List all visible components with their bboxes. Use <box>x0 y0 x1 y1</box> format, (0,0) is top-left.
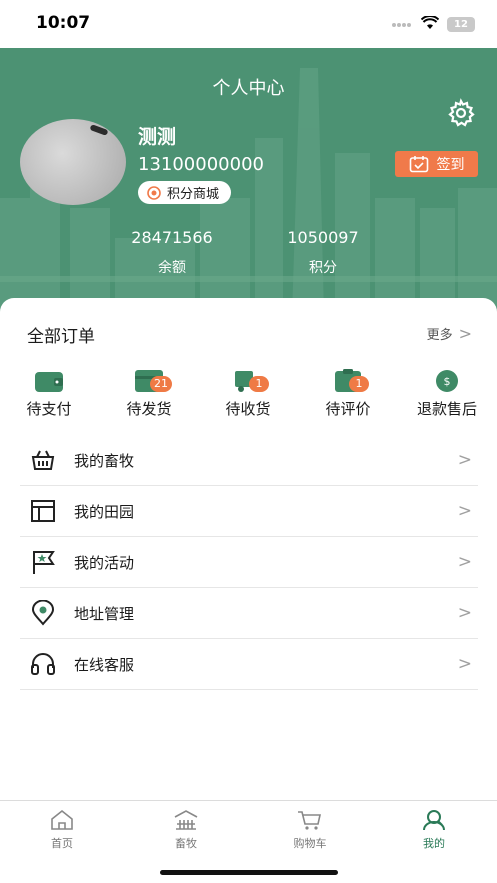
order-label: 待评价 <box>325 400 371 418</box>
settings-button[interactable] <box>446 98 476 128</box>
tab-label: 畜牧 <box>175 837 197 850</box>
wallet-icon <box>34 368 64 394</box>
signin-label: 签到 <box>436 157 465 173</box>
chevron-right-icon: > <box>457 603 472 623</box>
points-value: 1050097 <box>287 228 359 247</box>
menu-list: 我的畜牧 > 我的田园 > 我的活动 > 地址管理 > 在线客服 > <box>20 435 478 690</box>
headset-icon <box>29 650 57 678</box>
points-mall-label: 积分商城 <box>167 187 220 202</box>
menu-label: 我的田园 <box>74 502 135 521</box>
menu-item-support[interactable]: 在线客服 > <box>20 639 478 690</box>
chevron-right-icon: > <box>457 450 472 470</box>
order-status-row: 待支付 21 待发货 1 待收货 1 待评价 $ 退款售后 <box>0 368 497 424</box>
layout-icon <box>29 497 57 525</box>
menu-label: 地址管理 <box>74 604 135 623</box>
tab-label: 首页 <box>51 837 73 850</box>
home-indicator <box>160 870 338 875</box>
gear-icon <box>448 98 475 127</box>
more-label: 更多 <box>426 328 453 343</box>
location-icon <box>29 599 57 627</box>
balance-label: 余额 <box>158 260 186 276</box>
status-bar: 10:07 12 <box>0 0 497 48</box>
badge: 21 <box>150 376 172 392</box>
order-label: 待发货 <box>126 400 172 418</box>
user-icon <box>421 809 447 831</box>
basket-icon <box>29 446 57 474</box>
menu-item-livestock[interactable]: 我的畜牧 > <box>20 435 478 486</box>
tab-label: 我的 <box>423 837 445 850</box>
points-label: 积分 <box>309 260 337 276</box>
order-label: 退款售后 <box>416 400 477 418</box>
chevron-right-icon: > <box>457 552 472 572</box>
svg-text:$: $ <box>444 375 451 388</box>
order-refund[interactable]: $ 退款售后 <box>402 368 492 419</box>
points-mall-button[interactable]: 积分商城 <box>138 181 232 204</box>
chevron-right-icon: > <box>458 324 472 343</box>
badge: 1 <box>349 376 369 392</box>
order-pending-receipt[interactable]: 1 待收货 <box>203 368 293 419</box>
balance-value: 28471566 <box>131 228 213 247</box>
tab-mine[interactable]: 我的 <box>394 809 474 851</box>
order-label: 待支付 <box>26 400 72 418</box>
points-stat[interactable]: 1050097 积分 <box>263 228 383 277</box>
signal-icon <box>391 15 413 34</box>
tab-livestock[interactable]: 畜牧 <box>146 809 226 851</box>
more-orders-link[interactable]: 更多 > <box>427 324 472 343</box>
order-label: 待收货 <box>225 400 271 418</box>
package-icon: 21 <box>134 368 172 394</box>
menu-label: 我的畜牧 <box>74 451 135 470</box>
menu-label: 我的活动 <box>74 553 135 572</box>
coin-icon <box>147 185 161 200</box>
page-title: 个人中心 <box>212 78 285 99</box>
order-pending-payment[interactable]: 待支付 <box>4 368 94 419</box>
balance-stat[interactable]: 28471566 余额 <box>112 228 232 277</box>
signin-button[interactable]: 签到 <box>395 151 478 177</box>
refund-icon: $ <box>432 368 462 394</box>
wifi-icon <box>420 15 440 34</box>
tab-cart[interactable]: 购物车 <box>270 809 350 851</box>
user-name: 测测 <box>138 126 177 148</box>
order-pending-shipment[interactable]: 21 待发货 <box>104 368 194 419</box>
tab-label: 购物车 <box>293 837 327 850</box>
profile-header: 个人中心 测测 13100000000 积分商城 签到 28471566 余额 <box>0 48 497 316</box>
flag-icon <box>29 548 57 576</box>
tab-home[interactable]: 首页 <box>22 809 102 851</box>
cart-icon <box>297 809 323 831</box>
content-card: 全部订单 更多 > 待支付 21 待发货 1 待收货 1 待评价 $ 退款售后 … <box>0 298 497 800</box>
status-time: 10:07 <box>36 13 91 33</box>
calendar-icon <box>409 156 428 173</box>
barn-icon <box>173 809 199 831</box>
user-phone: 13100000000 <box>138 154 264 175</box>
badge: 1 <box>249 376 269 392</box>
review-icon: 1 <box>333 368 369 394</box>
menu-item-activities[interactable]: 我的活动 > <box>20 537 478 588</box>
chevron-right-icon: > <box>457 501 472 521</box>
home-icon <box>49 809 75 831</box>
status-icons: 12 <box>391 15 475 34</box>
menu-item-address[interactable]: 地址管理 > <box>20 588 478 639</box>
avatar[interactable] <box>20 119 126 205</box>
menu-label: 在线客服 <box>74 655 135 674</box>
order-pending-review[interactable]: 1 待评价 <box>303 368 393 419</box>
orders-title: 全部订单 <box>27 327 95 347</box>
battery-icon: 12 <box>447 17 475 32</box>
truck-icon: 1 <box>233 368 269 394</box>
menu-item-garden[interactable]: 我的田园 > <box>20 486 478 537</box>
chevron-right-icon: > <box>457 654 472 674</box>
